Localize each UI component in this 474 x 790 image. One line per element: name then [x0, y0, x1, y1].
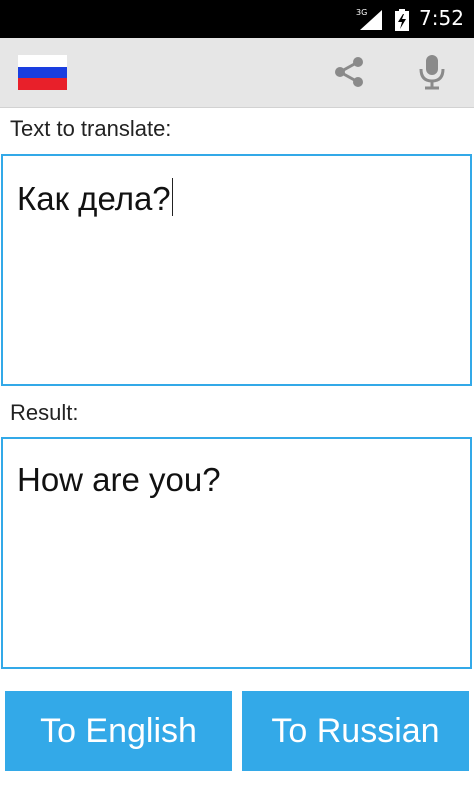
source-text-value-wrap: Как дела? [17, 178, 173, 218]
flag-stripe-red [18, 78, 67, 90]
microphone-icon [419, 55, 445, 90]
status-bar: 3G 7:52 [0, 0, 474, 38]
action-bar [0, 38, 474, 108]
source-label: Text to translate: [10, 116, 172, 141]
result-label: Result: [10, 400, 79, 425]
clock: 7:52 [419, 6, 464, 30]
microphone-button[interactable] [410, 50, 454, 94]
flag-stripe-white [18, 55, 67, 67]
battery-charging-icon [395, 9, 409, 31]
signal-icon [360, 10, 382, 30]
source-text-value: Как дела? [17, 180, 171, 217]
flag-stripe-blue [18, 66, 67, 79]
to-russian-button[interactable]: To Russian [242, 691, 469, 771]
source-text-input[interactable]: Как дела? [1, 154, 472, 386]
share-button[interactable] [327, 50, 371, 94]
result-text-area[interactable]: How are you? [1, 437, 472, 669]
russia-flag-icon[interactable] [18, 55, 67, 90]
text-cursor [171, 178, 173, 216]
share-icon [335, 57, 363, 87]
result-text-value: How are you? [17, 461, 221, 498]
to-english-button[interactable]: To English [5, 691, 232, 771]
